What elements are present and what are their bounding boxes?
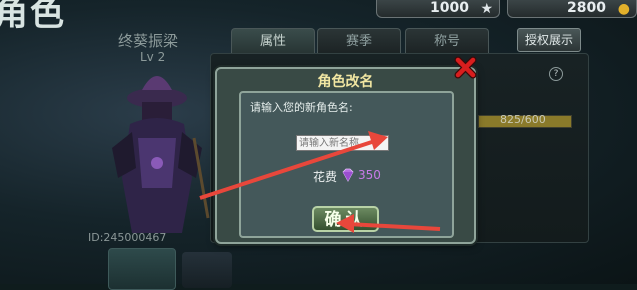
dialog-title: 角色改名 bbox=[317, 74, 374, 90]
cost-value: 350 bbox=[358, 168, 381, 182]
close-icon[interactable] bbox=[453, 56, 477, 80]
gold-coin-icon: ● bbox=[617, 1, 630, 17]
silver-coin-icon: ★ bbox=[480, 1, 493, 17]
silver-amount: 1000 bbox=[430, 0, 469, 16]
new-name-input[interactable] bbox=[296, 135, 389, 151]
character-name: 终葵振梁 bbox=[118, 32, 179, 50]
character-portrait-2[interactable] bbox=[182, 252, 232, 288]
rename-prompt: 请输入您的新角色名: bbox=[250, 101, 353, 114]
tab-season[interactable]: 赛季 bbox=[317, 28, 401, 55]
dialog-body: 请输入您的新角色名: 花费 350 确认 bbox=[239, 91, 454, 238]
confirm-button[interactable]: 确认 bbox=[312, 206, 379, 232]
gold-amount: 2800 bbox=[567, 0, 606, 16]
diamond-icon bbox=[342, 168, 354, 182]
gold-counter: 2800 ● bbox=[507, 0, 637, 18]
character-figure bbox=[112, 76, 210, 233]
character-level: Lv 2 bbox=[140, 50, 166, 64]
rename-dialog: 角色改名 请输入您的新角色名: 花费 350 确认 bbox=[215, 67, 476, 244]
character-id: ID:245000467 bbox=[88, 231, 167, 244]
authorize-display-button[interactable]: 授权展示 bbox=[517, 28, 581, 52]
cost-label: 花费 bbox=[313, 170, 338, 184]
tab-titles[interactable]: 称号 bbox=[405, 28, 489, 55]
silver-counter: 1000 ★ bbox=[376, 0, 500, 18]
tab-attributes[interactable]: 属性 bbox=[231, 28, 315, 55]
help-icon[interactable]: ? bbox=[549, 67, 563, 81]
exp-text: 825/600 bbox=[500, 113, 546, 126]
page-title: 角色 bbox=[0, 0, 66, 34]
